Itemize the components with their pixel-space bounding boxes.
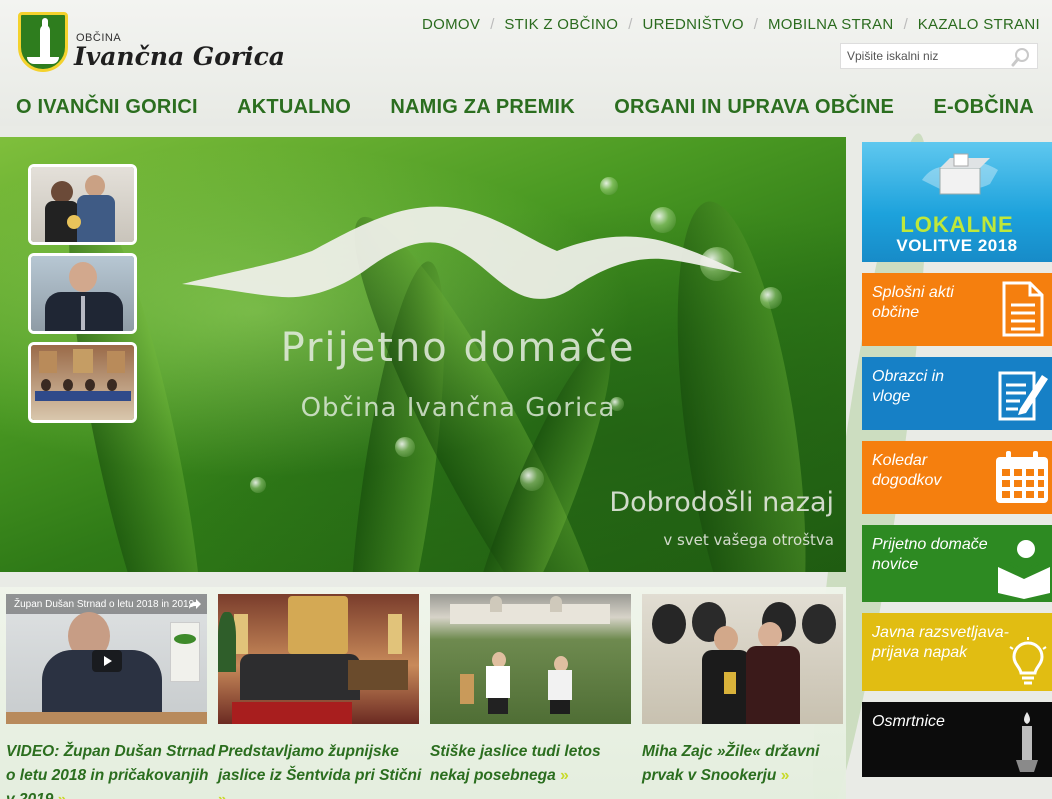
tile-obrazci[interactable]: Obrazci in vloge — [862, 357, 1052, 430]
tile-osmrtnice[interactable]: Osmrtnice — [862, 702, 1052, 777]
seagull-logo-icon — [182, 206, 742, 299]
search-input[interactable] — [841, 44, 1006, 68]
play-icon[interactable] — [92, 650, 122, 672]
search-box — [840, 43, 1038, 69]
topnav-separator: / — [903, 16, 908, 33]
coat-of-arms-icon — [18, 12, 68, 72]
read-more-arrow[interactable]: » — [58, 791, 67, 799]
water-drop — [250, 477, 266, 493]
tile-label: Obrazci in vloge — [872, 368, 945, 405]
tile-label: Splošni akti občine — [872, 284, 954, 321]
topnav-home[interactable]: DOMOV — [422, 16, 480, 33]
water-drop — [395, 437, 415, 457]
hero-welcome-sub: v svet vašega otroštva — [663, 531, 834, 549]
main-navigation: O IVANČNI GORICI AKTUALNO NAMIG ZA PREMI… — [0, 96, 1052, 122]
read-more-arrow[interactable]: » — [218, 791, 227, 799]
share-icon[interactable] — [188, 598, 202, 610]
tile-koledar[interactable]: Koledar dogodkov — [862, 441, 1052, 514]
topnav-contact[interactable]: STIK Z OBČINO — [504, 16, 618, 33]
news-title[interactable]: VIDEO: Župan Dušan Strnad o letu 2018 in… — [6, 740, 216, 799]
water-drop — [600, 177, 618, 195]
news-video-thumbnail[interactable]: Župan Dušan Strnad o letu 2018 in 2019 — [6, 594, 207, 724]
site-header: OBČINA Ivančna Gorica DOMOV / STIK Z OBČ… — [0, 0, 1052, 126]
tile-lokalne-line2: VOLITVE 2018 — [896, 236, 1018, 255]
slider-thumbnail[interactable] — [28, 253, 137, 334]
topnav-sitemap[interactable]: KAZALO STRANI — [918, 16, 1040, 33]
news-image[interactable] — [642, 594, 843, 724]
read-more-arrow[interactable]: » — [781, 767, 790, 784]
calendar-icon — [996, 451, 1048, 503]
tile-label: Osmrtnice — [872, 713, 945, 730]
topnav-separator: / — [628, 16, 633, 33]
mainnav-e-obcina[interactable]: E-OBČINA — [933, 96, 1034, 122]
tile-prijetno-domace-novice[interactable]: Prijetno domače novice — [862, 525, 1052, 602]
news-title[interactable]: Predstavljamo župnijske jaslice iz Šentv… — [218, 740, 428, 799]
topnav-separator: / — [753, 16, 758, 33]
hero-banner[interactable]: Prijetno domače Občina Ivančna Gorica Do… — [0, 137, 846, 572]
tile-lokalne-line1: LOKALNE — [900, 212, 1014, 237]
water-drop — [520, 467, 544, 491]
tile-javna-razsvetljava[interactable]: Javna razsvetljava- prijava napak — [862, 613, 1052, 691]
tile-label: Javna razsvetljava- prijava napak — [872, 624, 1009, 661]
slider-thumbnail[interactable] — [28, 164, 137, 245]
ballot-box-icon — [922, 153, 998, 195]
news-title[interactable]: Miha Zajc »Žile« državni prvak v Snooker… — [642, 740, 852, 788]
form-edit-icon — [998, 371, 1048, 421]
topnav-separator: / — [490, 16, 495, 33]
slider-thumbnail[interactable] — [28, 342, 137, 423]
news-image[interactable] — [218, 594, 419, 724]
search-icon[interactable] — [1011, 47, 1031, 67]
tile-label: Koledar dogodkov — [872, 452, 942, 489]
tile-lokalne-volitve[interactable]: LOKALNE VOLITVE 2018 — [862, 142, 1052, 262]
mainnav-news[interactable]: AKTUALNO — [237, 96, 351, 122]
water-drop — [760, 287, 782, 309]
news-section: Župan Dušan Strnad o letu 2018 in 2019 V… — [0, 587, 846, 799]
candle-icon — [1016, 712, 1038, 772]
mainnav-about[interactable]: O IVANČNI GORICI — [16, 96, 198, 122]
news-image[interactable] — [430, 594, 631, 724]
mainnav-mobility[interactable]: NAMIG ZA PREMIK — [390, 96, 574, 122]
site-logo[interactable]: OBČINA Ivančna Gorica — [18, 12, 285, 76]
document-icon — [1002, 281, 1044, 337]
tile-label: Prijetno domače novice — [872, 536, 988, 573]
tile-splosni-akti[interactable]: Splošni akti občine — [862, 273, 1052, 346]
mainnav-administration[interactable]: ORGANI IN UPRAVA OBČINE — [614, 96, 894, 122]
lightbulb-icon — [1009, 637, 1047, 685]
news-title[interactable]: Stiške jaslice tudi letos nekaj posebneg… — [430, 740, 640, 788]
video-caption: Župan Dušan Strnad o letu 2018 in 2019 — [14, 599, 195, 610]
top-navigation: DOMOV / STIK Z OBČINO / UREDNIŠTVO / MOB… — [422, 16, 1040, 33]
logo-title: Ivančna Gorica — [74, 42, 286, 71]
hero-welcome: Dobrodošli nazaj — [609, 487, 834, 518]
topnav-editorial[interactable]: UREDNIŠTVO — [642, 16, 743, 33]
reader-icon — [998, 540, 1050, 599]
read-more-arrow[interactable]: » — [560, 767, 569, 784]
topnav-mobile[interactable]: MOBILNA STRAN — [768, 16, 894, 33]
